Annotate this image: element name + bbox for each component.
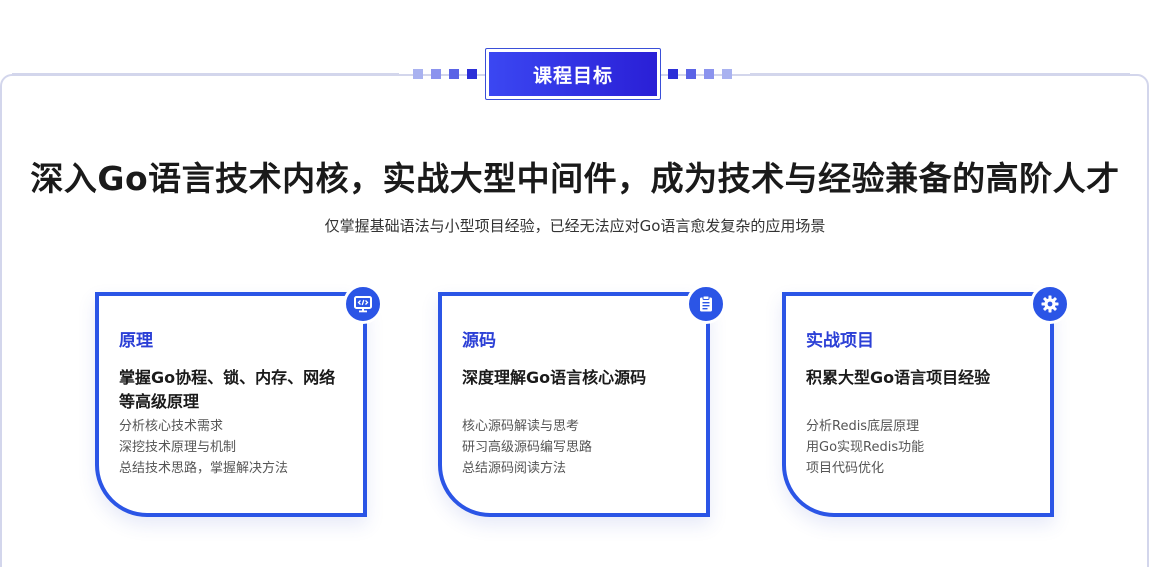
goal-card-projects: 实战项目 积累大型Go语言项目经验 分析Redis底层原理 用Go实现Redis… bbox=[782, 284, 1070, 517]
card-title: 掌握Go协程、锁、内存、网络等高级原理 bbox=[119, 368, 336, 411]
card-point-list: 分析核心技术需求 深挖技术原理与机制 总结技术思路，掌握解决方法 bbox=[119, 416, 343, 479]
section-title-bar: 课程目标 bbox=[0, 48, 1150, 100]
title-dots-right bbox=[668, 69, 732, 79]
dot bbox=[668, 69, 678, 79]
dot bbox=[686, 69, 696, 79]
card-point: 研习高级源码编写思路 bbox=[462, 440, 593, 455]
gear-icon bbox=[1030, 284, 1070, 324]
section-badge-frame: 课程目标 bbox=[485, 48, 661, 100]
card-category: 原理 bbox=[119, 331, 153, 351]
title-divider-left bbox=[12, 73, 399, 75]
title-divider-right bbox=[750, 73, 1130, 75]
card-point: 总结技术思路，掌握解决方法 bbox=[119, 461, 289, 476]
dot bbox=[413, 69, 423, 79]
card-point: 总结源码阅读方法 bbox=[462, 461, 567, 476]
card-category: 源码 bbox=[462, 331, 496, 351]
card-point: 用Go实现Redis功能 bbox=[806, 440, 925, 455]
dot bbox=[467, 69, 477, 79]
card-point: 项目代码优化 bbox=[806, 461, 885, 476]
card-point: 分析Redis底层原理 bbox=[806, 419, 920, 434]
card-point-list: 分析Redis底层原理 用Go实现Redis功能 项目代码优化 bbox=[806, 416, 1030, 479]
goal-card-source-code: 源码 深度理解Go语言核心源码 核心源码解读与思考 研习高级源码编写思路 总结源… bbox=[438, 284, 726, 517]
page-headline: 深入Go语言技术内核，实战大型中间件，成为技术与经验兼备的高阶人才 bbox=[30, 159, 1120, 198]
card-category: 实战项目 bbox=[806, 331, 874, 351]
code-monitor-icon bbox=[343, 284, 383, 324]
section-badge: 课程目标 bbox=[489, 52, 657, 96]
card-point: 深挖技术原理与机制 bbox=[119, 440, 237, 455]
card-point: 核心源码解读与思考 bbox=[462, 419, 580, 434]
card-point: 分析核心技术需求 bbox=[119, 419, 224, 434]
page-subheadline: 仅掌握基础语法与小型项目经验，已经无法应对Go语言愈发复杂的应用场景 bbox=[324, 217, 826, 235]
clipboard-icon bbox=[686, 284, 726, 324]
card-title: 积累大型Go语言项目经验 bbox=[806, 368, 991, 387]
dot bbox=[704, 69, 714, 79]
dot bbox=[722, 69, 732, 79]
title-dots-left bbox=[413, 69, 477, 79]
goal-card-principles: 原理 掌握Go协程、锁、内存、网络等高级原理 分析核心技术需求 深挖技术原理与机… bbox=[95, 284, 383, 517]
dot bbox=[431, 69, 441, 79]
dot bbox=[449, 69, 459, 79]
card-point-list: 核心源码解读与思考 研习高级源码编写思路 总结源码阅读方法 bbox=[462, 416, 686, 479]
card-title: 深度理解Go语言核心源码 bbox=[462, 368, 647, 387]
